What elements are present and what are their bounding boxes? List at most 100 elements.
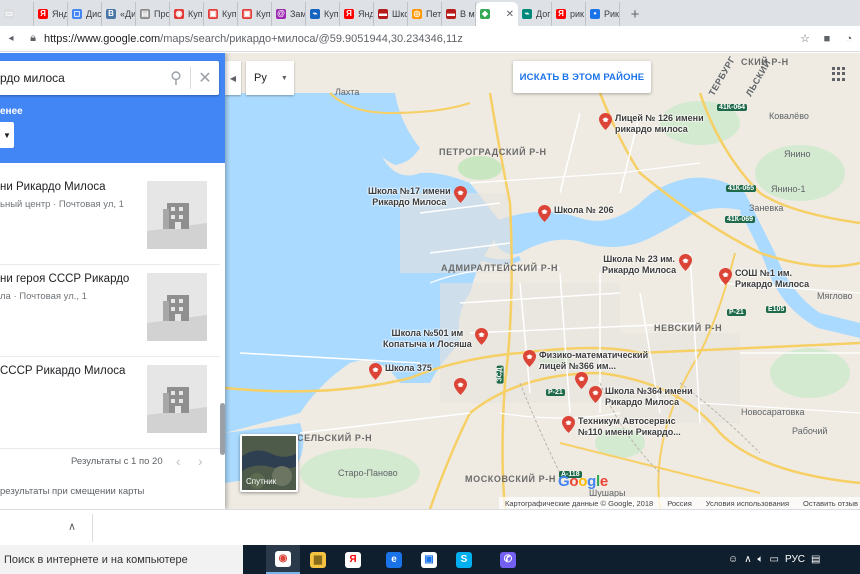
- lock-icon[interactable]: 🔒︎: [22, 32, 44, 45]
- result-item[interactable]: ни героя СССР Рикардо ла · Почтовая ул.,…: [0, 265, 220, 357]
- speaker-icon[interactable]: 🔈︎: [758, 554, 764, 565]
- browser-tab[interactable]: Я Янд: [340, 2, 374, 26]
- extension-icon-2[interactable]: ◔: [838, 33, 860, 45]
- taskbar-yandex[interactable]: Я: [336, 545, 370, 574]
- chevron-up-icon[interactable]: ∧: [68, 520, 76, 533]
- road-shield: 41К-069: [725, 216, 756, 223]
- satellite-label: Спутник: [246, 477, 277, 486]
- browser-tab[interactable]: ▬ Шко: [374, 2, 408, 26]
- browser-tab[interactable]: ◉ Куп: [170, 2, 204, 26]
- place-rabochiy: Рабочий: [792, 426, 828, 436]
- chevron-down-icon: ▼: [280, 74, 288, 82]
- keyboard-lang[interactable]: РУС: [785, 554, 805, 565]
- yandex-favicon-icon: Я: [344, 9, 354, 19]
- attribution-country[interactable]: Россия: [667, 499, 692, 508]
- marker-label: Школа № 23 им. Рикардо Милоса: [602, 254, 677, 275]
- building-thumbnail-icon[interactable]: [147, 365, 207, 433]
- map-pin-icon: [538, 205, 551, 222]
- result-title: СССР Рикардо Милоса: [0, 365, 126, 377]
- result-item[interactable]: ни Рикардо Милоса ьный центр · Почтовая …: [0, 173, 220, 265]
- language-select[interactable]: Ру ▼: [246, 61, 294, 95]
- map-marker[interactable]: Школа № 206: [538, 205, 613, 222]
- search-input[interactable]: рдо милоса: [0, 71, 162, 85]
- browser-tab[interactable]: ◆ ✕: [476, 2, 518, 26]
- close-icon[interactable]: ✕: [191, 68, 219, 88]
- browser-tab[interactable]: ▭: [0, 2, 34, 26]
- bookmark-star-icon[interactable]: ☆: [794, 32, 816, 45]
- browser-tab[interactable]: ⌁ Дог: [518, 2, 552, 26]
- satellite-toggle[interactable]: Спутник: [240, 434, 298, 492]
- taskbar-store[interactable]: ▣: [412, 545, 446, 574]
- browser-tab[interactable]: ◎ Пет: [408, 2, 442, 26]
- map-marker[interactable]: Школа 375: [369, 363, 432, 380]
- map-marker[interactable]: Школа №364 имени Рикардо Милоса: [589, 386, 693, 408]
- map-marker[interactable]: Школа № 23 им. Рикардо Милоса: [602, 254, 693, 276]
- search-this-area-button[interactable]: ИСКАТЬ В ЭТОМ РАЙОНЕ: [513, 61, 651, 93]
- new-tab-icon[interactable]: +: [620, 2, 650, 26]
- back-icon[interactable]: ◂: [0, 33, 22, 44]
- map-marker[interactable]: Школа №501 им Копатыча и Лосяша: [383, 328, 488, 350]
- viber-icon: ✆: [500, 551, 516, 568]
- browser-tab[interactable]: ⌁ Куп: [306, 2, 340, 26]
- people-icon[interactable]: ☺: [728, 554, 738, 565]
- browser-tab[interactable]: В «Ди: [102, 2, 136, 26]
- extension-icon[interactable]: ■: [816, 33, 838, 45]
- tab-label: Дис: [86, 9, 102, 19]
- tray-expand-icon[interactable]: ∧: [744, 554, 751, 565]
- attribution-feedback[interactable]: Оставить отзыв: [803, 499, 858, 508]
- browser-tab[interactable]: ◻ Дис: [68, 2, 102, 26]
- browser-tab[interactable]: ▣ Куп: [204, 2, 238, 26]
- close-tab-icon[interactable]: ✕: [506, 9, 514, 20]
- browser-tab[interactable]: ▣ Куп: [238, 2, 272, 26]
- taskbar-skype[interactable]: S: [447, 545, 481, 574]
- apps-grid-icon[interactable]: [832, 67, 846, 81]
- store-icon: ▣: [421, 551, 437, 568]
- building-thumbnail-icon[interactable]: [147, 181, 207, 249]
- taskbar-search[interactable]: Поиск в интернете и на компьютере: [0, 545, 243, 574]
- map-marker[interactable]: СОШ №1 им. Рикардо Милоса: [719, 268, 809, 290]
- browser-tab[interactable]: ▬ В ма: [442, 2, 476, 26]
- result-item[interactable]: СССР Рикардо Милоса: [0, 357, 220, 449]
- browser-tab[interactable]: • Рик: [586, 2, 620, 26]
- place-zanevka: Заневка: [749, 203, 784, 213]
- map-marker[interactable]: Техникум Автосервис №110 имени Рикардо...: [562, 416, 681, 438]
- marker-label: Техникум Автосервис №110 имени Рикардо...: [578, 416, 681, 437]
- taskbar-explorer[interactable]: ▆: [301, 545, 335, 574]
- collapse-panel-button[interactable]: ◀: [225, 61, 241, 95]
- place-myaglovo: Мяглово: [817, 291, 853, 301]
- browser-tab[interactable]: ▤ Про: [136, 2, 170, 26]
- taskbar-chrome[interactable]: ◉: [266, 545, 300, 574]
- search-box[interactable]: рдо милоса ⚲ ✕: [0, 61, 219, 95]
- tab-label: Куп: [324, 9, 339, 19]
- marker-label: Школа №17 имени Рикардо Милоса: [368, 186, 451, 207]
- search-icon[interactable]: ⚲: [162, 68, 190, 88]
- panel-scrollbar[interactable]: [220, 403, 225, 455]
- update-on-move-option[interactable]: результаты при смещении карты: [0, 486, 144, 497]
- building-thumbnail-icon[interactable]: [147, 273, 207, 341]
- map-marker[interactable]: Лицей № 126 имени рикардо милоса: [599, 113, 704, 135]
- map-marker[interactable]: [454, 378, 470, 395]
- yandex-favicon-icon: Я: [556, 9, 566, 19]
- browser-tab[interactable]: @ Зам: [272, 2, 306, 26]
- map-pin-icon: [523, 350, 536, 367]
- taskbar-viber[interactable]: ✆: [491, 545, 525, 574]
- prev-page-icon[interactable]: ‹: [176, 453, 181, 469]
- network-icon[interactable]: ▭: [770, 554, 779, 565]
- browser-tab[interactable]: Ярик: [552, 2, 586, 26]
- map-marker[interactable]: Физико-математический лицей №366 им...: [523, 350, 648, 372]
- dot-favicon-icon: •: [590, 9, 600, 19]
- road-shield: Р-21: [727, 309, 746, 316]
- tab-label: Куп: [188, 9, 203, 19]
- attribution-terms[interactable]: Условия использования: [706, 499, 789, 508]
- taskbar-edge[interactable]: e: [377, 545, 411, 574]
- result-subtitle: ьный центр · Почтовая ул, 1: [0, 199, 124, 210]
- map-marker[interactable]: Школа №17 имени Рикардо Милоса: [368, 186, 467, 208]
- system-tray: ☺ ∧ 🔈︎ ▭ РУС ▤: [728, 545, 820, 574]
- browser-tab[interactable]: Я Янд: [34, 2, 68, 26]
- maps-content: ПЕТРОГРАДСКИЙ Р-Н АДМИРАЛТЕЙСКИЙ Р-Н НЕВ…: [0, 53, 860, 509]
- url-field[interactable]: https://www.google.com/maps/search/рикар…: [44, 33, 794, 45]
- notifications-icon[interactable]: ▤: [811, 554, 820, 565]
- next-page-icon[interactable]: ›: [198, 453, 203, 469]
- filter-dropdown[interactable]: ▼: [0, 122, 14, 148]
- ga-favicon-icon: ⌁: [310, 9, 320, 19]
